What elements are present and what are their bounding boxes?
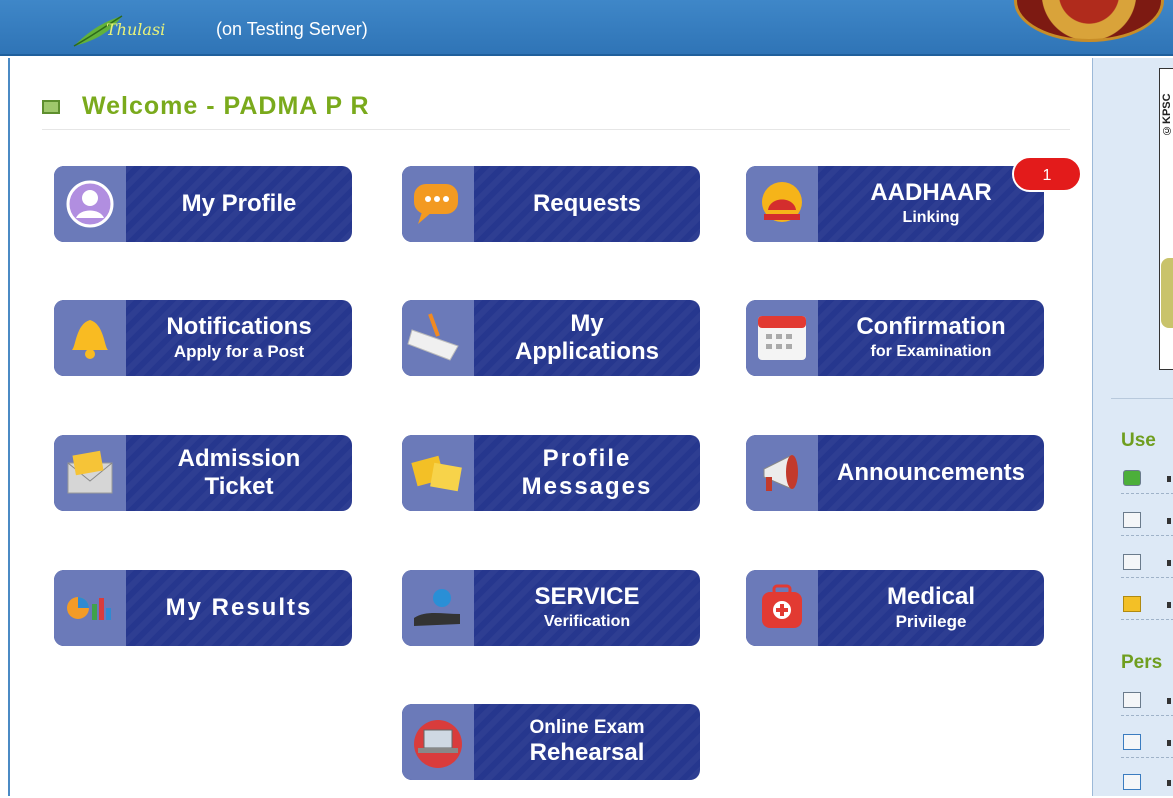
card-icon [1123,554,1141,570]
sidebar-link-user[interactable] [1121,464,1173,494]
top-header: Thulasi (on Testing Server) [0,0,1173,56]
app-name: Thulasi [106,20,166,39]
edit-icon [1123,596,1141,612]
chart-icon [67,597,111,620]
file-icon [1123,774,1141,790]
form-icon [407,313,459,361]
tile-label: Confirmation [856,313,1006,340]
welcome-title: Welcome - PADMA P R [82,92,370,120]
sidebar-link-file[interactable] [1121,768,1173,798]
tile-label: Profile [542,445,632,472]
kerala-seal-icon [1014,0,1164,42]
divider [1111,398,1173,399]
medical-bag-icon [762,584,802,628]
tile-label: AADHAAR [870,179,992,206]
tile-label: Requests [532,190,642,217]
section-heading-user: Use [1121,430,1156,451]
calendar-icon [758,316,806,360]
sidebar-link-edit[interactable] [1121,590,1173,620]
bell-icon [72,320,108,359]
sidebar-link-edit-form[interactable] [1121,728,1173,758]
online-exam-rehearsal-button[interactable]: Online Exam Rehearsal [402,704,700,780]
sidebar-link-card[interactable] [1121,548,1173,578]
medical-privilege-button[interactable]: Medical Privilege [746,570,1044,646]
sidebar-link-mail[interactable] [1121,686,1173,716]
megaphone-icon [763,454,798,491]
edit-form-icon [1123,734,1141,750]
laptop-icon [414,720,462,768]
welcome-header: Welcome - PADMA P R [42,92,1070,130]
announcements-button[interactable]: Announcements [746,435,1044,511]
tile-sublabel: Apply for a Post [173,342,305,361]
service-verification-button[interactable]: SERVICE Verification [402,570,700,646]
tile-label: Notifications [166,313,312,340]
tile-label: My Results [165,594,313,621]
tile-sublabel: Linking [902,209,960,226]
notes-icon [411,455,462,492]
tile-label: Online Exam [529,717,645,738]
notification-badge: 1 [1012,156,1082,192]
tile-sublabel: Rehearsal [529,739,645,766]
tile-sublabel: for Examination [870,343,992,360]
profile-icon [66,180,114,228]
chat-icon [414,184,458,224]
profile-messages-button[interactable]: Profile Messages [402,435,700,511]
photo-image [1161,258,1173,328]
user-icon [1123,470,1141,486]
window-icon [42,100,60,114]
my-results-button[interactable]: My Results [54,570,352,646]
tile-label: Medical [886,583,976,610]
tile-label: My Profile [181,190,297,217]
hand-gear-icon [414,589,460,626]
my-profile-button[interactable]: My Profile [54,166,352,242]
tile-label: My [570,310,604,337]
mail-icon [1123,692,1141,708]
tile-sublabel: Verification [543,613,631,630]
tile-label: Admission [177,445,301,472]
tile-label: SERVICE [534,583,640,610]
server-note: (on Testing Server) [216,19,368,39]
confirmation-button[interactable]: Confirmation for Examination [746,300,1044,376]
envelope-icon [67,450,113,494]
my-applications-button[interactable]: My Applications [402,300,700,376]
aadhaar-icon [762,182,802,222]
sidebar-link-document[interactable] [1121,506,1173,536]
tile-sublabel: Messages [521,473,653,500]
requests-button[interactable]: Requests [402,166,700,242]
admission-ticket-button[interactable]: Admission Ticket [54,435,352,511]
section-heading-personal: Pers [1121,652,1163,673]
document-icon [1123,512,1141,528]
notifications-button[interactable]: Notifications Apply for a Post [54,300,352,376]
tile-sublabel: Applications [514,338,659,365]
photo-watermark: ©KPSC [1161,93,1173,136]
tile-sublabel: Privilege [895,612,967,631]
tile-label: Announcements [836,459,1025,486]
tile-sublabel: Ticket [204,473,274,500]
aadhaar-linking-button[interactable]: AADHAAR Linking [746,166,1044,242]
right-sidebar: ©KPSC Use Pers [1092,58,1173,796]
